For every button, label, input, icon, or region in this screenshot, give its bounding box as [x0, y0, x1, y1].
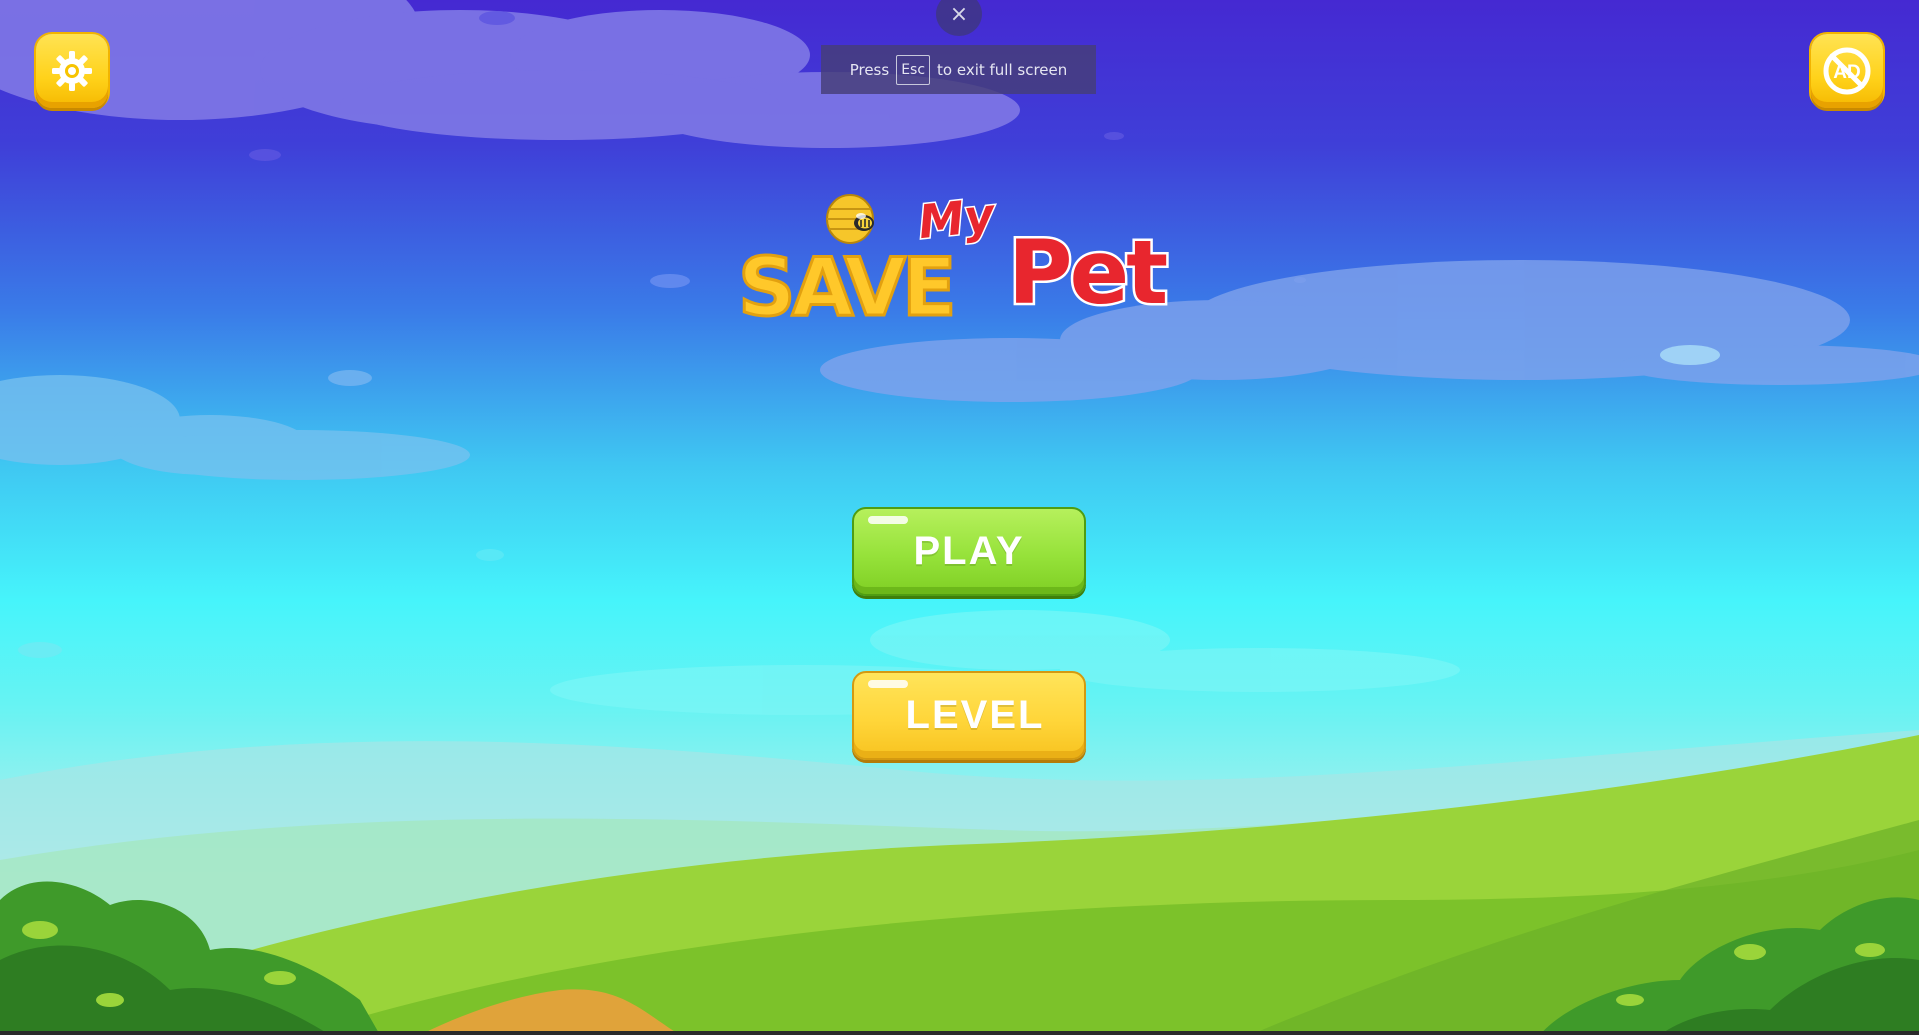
settings-button[interactable]: [36, 34, 108, 108]
remove-ads-button[interactable]: AD: [1811, 34, 1883, 108]
level-button-shine: [868, 680, 908, 688]
left-clouds: [0, 375, 470, 480]
beehive-icon: [826, 194, 874, 244]
logo-word-my: My: [916, 187, 999, 249]
play-button[interactable]: PLAY: [852, 507, 1086, 596]
logo-word-save: SAVE: [738, 241, 953, 325]
level-button[interactable]: LEVEL: [852, 671, 1086, 760]
exit-fullscreen-notice: Press Esc to exit full screen: [821, 45, 1096, 94]
no-ads-icon: AD: [1823, 47, 1871, 95]
play-button-label: PLAY: [913, 529, 1025, 573]
logo-word-pet: Pet: [1008, 221, 1167, 324]
play-button-shine: [868, 516, 908, 524]
notice-text-before: Press: [849, 60, 890, 79]
game-logo: SAVE My Pet: [737, 186, 1173, 325]
esc-key-badge: Esc: [896, 54, 931, 85]
close-icon: ×: [949, 2, 969, 27]
gear-icon: [52, 51, 92, 91]
notice-text-after: to exit full screen: [937, 60, 1068, 79]
level-button-label: LEVEL: [905, 693, 1045, 737]
game-screen: × Press Esc to exit full screen SAVE My …: [0, 0, 1919, 1035]
